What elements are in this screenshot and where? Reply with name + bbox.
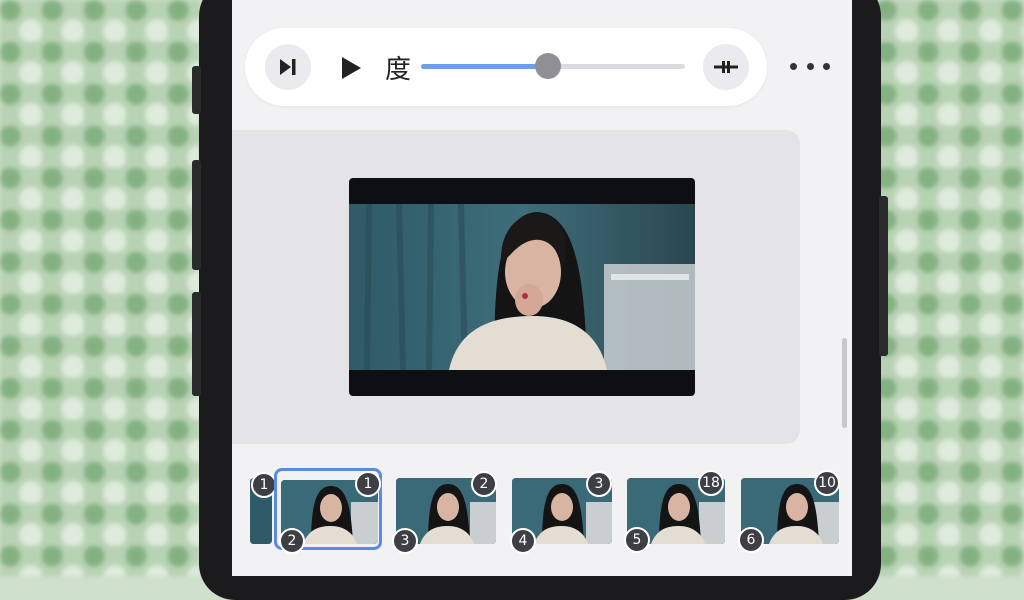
speed-label[interactable]: 度 [385, 49, 411, 86]
thumbnail-bottom-badge: 5 [624, 527, 650, 553]
scrollbar[interactable] [842, 338, 847, 428]
split-button[interactable] [703, 44, 749, 90]
play-button[interactable] [339, 56, 363, 84]
video-frame [349, 204, 695, 370]
thumbnail-top-badge: 1 [355, 471, 381, 497]
split-icon [714, 61, 738, 73]
thumbnail-bottom-badge: 6 [738, 527, 764, 553]
video-image [349, 204, 695, 370]
thumbnail-bottom-badge: 4 [510, 528, 536, 554]
thumbnail-bottom-badge: 2 [279, 528, 305, 554]
phone-volume-button [192, 292, 201, 396]
progress-fill [421, 64, 548, 69]
phone-power-button [879, 196, 888, 356]
skip-next-button[interactable] [265, 44, 311, 90]
more-icon [790, 62, 797, 70]
preview-panel [232, 130, 800, 444]
progress-handle[interactable] [534, 53, 561, 79]
more-button[interactable] [790, 52, 830, 80]
thumbnail-top-badge: 3 [586, 471, 612, 497]
thumbnail-bottom-badge: 3 [392, 528, 418, 554]
phone-side-button [192, 66, 201, 114]
progress-slider[interactable] [421, 53, 685, 79]
skip-next-icon [280, 59, 296, 75]
thumbnail-top-badge: 2 [471, 471, 497, 497]
background-right [876, 0, 1024, 576]
playback-toolbar: 度 [245, 28, 767, 106]
play-icon [342, 57, 361, 79]
phone-volume-button [192, 160, 201, 270]
background-left [0, 0, 200, 576]
video-preview[interactable] [349, 178, 695, 396]
thumbnail-top-badge: 10 [814, 470, 840, 496]
thumbnail-top-badge: 18 [698, 470, 724, 496]
